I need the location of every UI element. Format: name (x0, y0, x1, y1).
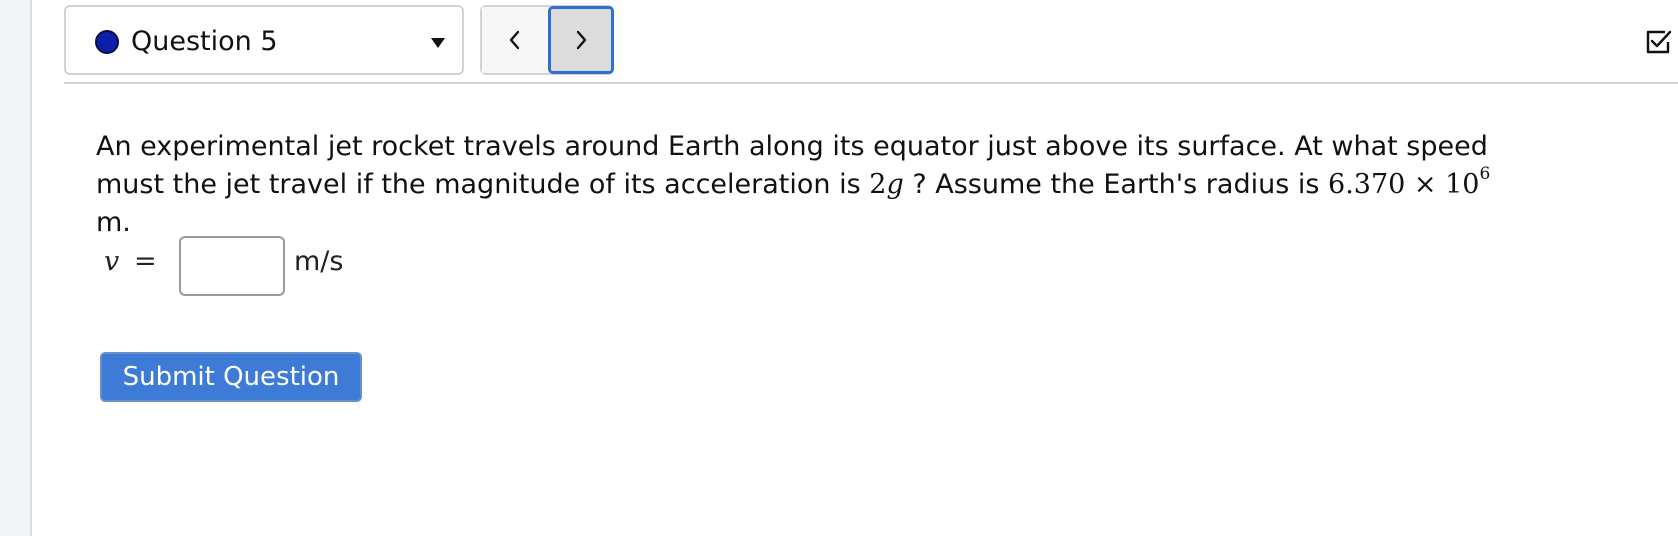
left-rail (0, 0, 32, 536)
answer-unit: m/s (294, 246, 344, 277)
acceleration-coefficient: 2 (869, 169, 887, 200)
question-header: Question 5 (64, 0, 1678, 84)
checklist-icon[interactable] (1644, 28, 1672, 56)
previous-question-button[interactable] (482, 7, 548, 73)
chevron-right-icon (576, 30, 587, 50)
submit-question-button[interactable]: Submit Question (100, 352, 362, 402)
radius-base: 10 (1445, 169, 1480, 200)
status-indicator (95, 30, 119, 54)
gravity-symbol: g (886, 169, 904, 200)
question-navigation (480, 5, 614, 75)
equals-sign: = (134, 246, 157, 277)
radius-exponent: 6 (1479, 164, 1491, 184)
question-label: Question 5 (131, 26, 278, 57)
radius-expression: 6.370 × 106 (1328, 166, 1490, 201)
chevron-left-icon (509, 30, 520, 50)
answer-variable: v (104, 246, 120, 277)
radius-unit: m. (96, 207, 131, 238)
next-question-button[interactable] (548, 6, 614, 74)
answer-input[interactable] (179, 236, 285, 296)
acceleration-expression: 2g (869, 169, 903, 200)
radius-mantissa: 6.370 (1328, 169, 1406, 200)
question-dropdown[interactable]: Question 5 (64, 5, 464, 75)
question-text: An experimental jet rocket travels aroun… (96, 128, 1516, 242)
caret-down-icon (431, 38, 445, 48)
question-text-part2: ? Assume the Earth's radius is (903, 169, 1329, 200)
times-symbol: × (1413, 169, 1437, 200)
